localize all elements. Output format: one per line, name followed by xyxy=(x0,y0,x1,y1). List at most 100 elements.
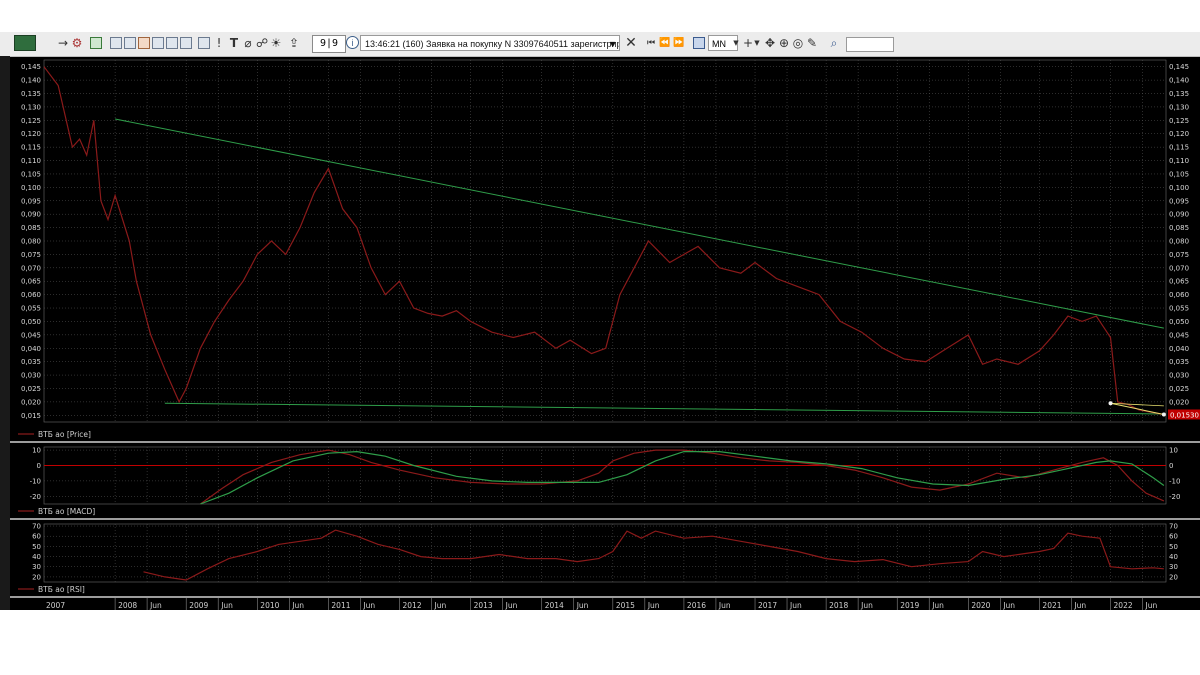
y-tick-label-right: 60 xyxy=(1169,533,1178,541)
date-axis-label: Jun xyxy=(1002,601,1015,610)
y-tick-label-right: 10 xyxy=(1169,447,1178,455)
date-axis-label: Jun xyxy=(362,601,375,610)
y-tick-label-left: 0,095 xyxy=(21,197,41,205)
y-tick-label-left: 0,085 xyxy=(21,224,41,232)
y-tick-label-left: -10 xyxy=(30,477,41,485)
pane-legend-label: ВТБ ао [MACD] xyxy=(38,507,95,516)
y-tick-label-right: 0,110 xyxy=(1169,157,1189,165)
date-axis-label: Jun xyxy=(434,601,447,610)
y-tick-label-left: 0,080 xyxy=(21,238,41,246)
y-tick-label-right: 20 xyxy=(1169,573,1178,581)
date-axis-label: 2016 xyxy=(687,601,706,610)
y-tick-label-left: -20 xyxy=(30,493,41,501)
y-tick-label-right: 0,035 xyxy=(1169,358,1189,366)
series-line-ВТБ ао [Price] xyxy=(43,66,1165,416)
date-axis-label: 2011 xyxy=(331,601,350,610)
chart-pane-2: 10 10 0 0 -10 -10 -20 -20 ВТБ ао [MACD] xyxy=(10,447,1200,520)
y-tick-label-left: 0,120 xyxy=(21,130,41,138)
y-tick-label-left: 10 xyxy=(32,447,41,455)
y-tick-label-right: 0 xyxy=(1169,462,1173,470)
y-tick-label-left: 0,050 xyxy=(21,318,41,326)
y-tick-label-left: 0,060 xyxy=(21,291,41,299)
y-tick-label-left: 0,125 xyxy=(21,117,41,125)
projection-point xyxy=(1161,412,1166,417)
y-tick-label-right: -20 xyxy=(1169,493,1180,501)
y-tick-label-left: 50 xyxy=(32,543,41,551)
y-tick-label-left: 0,075 xyxy=(21,251,41,259)
date-axis-label: Jun xyxy=(291,601,304,610)
date-axis-label: 2010 xyxy=(260,601,279,610)
y-tick-label-right: 0,020 xyxy=(1169,398,1189,406)
y-tick-label-right: 0,125 xyxy=(1169,117,1189,125)
date-axis-label: 2022 xyxy=(1114,601,1133,610)
y-tick-label-right: 0,135 xyxy=(1169,90,1189,98)
trend-line xyxy=(164,402,1164,415)
y-tick-label-right: -10 xyxy=(1169,477,1180,485)
last-price-label: 0,01530 xyxy=(1170,411,1199,419)
y-tick-label-left: 40 xyxy=(32,553,41,561)
date-axis-label: 2009 xyxy=(189,601,208,610)
y-tick-label-right: 0,060 xyxy=(1169,291,1189,299)
y-tick-label-left: 0,065 xyxy=(21,278,41,286)
date-axis-label: 2021 xyxy=(1042,601,1061,610)
pane-legend-label: ВТБ ао [Price] xyxy=(38,430,91,439)
y-tick-label-right: 0,070 xyxy=(1169,264,1189,272)
y-tick-label-left: 0,035 xyxy=(21,358,41,366)
y-tick-label-left: 0,030 xyxy=(21,372,41,380)
date-axis-label: 2019 xyxy=(900,601,919,610)
y-tick-label-right: 0,085 xyxy=(1169,224,1189,232)
date-axis-label: Jun xyxy=(1073,601,1086,610)
date-axis-label: 2015 xyxy=(616,601,635,610)
y-tick-label-right: 0,055 xyxy=(1169,305,1189,313)
y-tick-label-left: 0,115 xyxy=(21,144,41,152)
y-tick-label-left: 20 xyxy=(32,573,41,581)
y-tick-label-left: 0,040 xyxy=(21,345,41,353)
y-tick-label-left: 0,020 xyxy=(21,398,41,406)
y-tick-label-right: 0,040 xyxy=(1169,345,1189,353)
date-axis-label: Jun xyxy=(718,601,731,610)
projection-point xyxy=(1108,401,1113,406)
series-line-ВТБ ао [RSI] xyxy=(143,529,1164,581)
date-axis-label: 2014 xyxy=(545,601,564,610)
date-axis-label: Jun xyxy=(220,601,233,610)
y-tick-label-right: 0,030 xyxy=(1169,372,1189,380)
chart-pane-3: 70 70 60 60 50 50 40 40 30 30 20 20 ВТБ ао [RSI] xyxy=(10,523,1200,598)
y-tick-label-right: 0,025 xyxy=(1169,385,1189,393)
date-axis-label: 2013 xyxy=(474,601,493,610)
y-tick-label-left: 0,015 xyxy=(21,412,41,420)
y-tick-label-right: 0,100 xyxy=(1169,184,1189,192)
y-tick-label-left: 0,100 xyxy=(21,184,41,192)
y-tick-label-right: 0,115 xyxy=(1169,144,1189,152)
y-tick-label-left: 0,145 xyxy=(21,63,41,71)
y-tick-label-left: 0,055 xyxy=(21,305,41,313)
date-axis-start-label: 2007 xyxy=(46,601,65,610)
pane-legend-label: ВТБ ао [RSI] xyxy=(38,585,85,594)
y-tick-label-right: 30 xyxy=(1169,563,1178,571)
y-tick-label-left: 0,090 xyxy=(21,211,41,219)
chart-canvas[interactable]: 0,145 0,145 0,140 0,140 0,135 0,135 0,130 0,130… xyxy=(0,0,1200,675)
y-tick-label-right: 40 xyxy=(1169,553,1178,561)
y-tick-label-left: 60 xyxy=(32,533,41,541)
y-tick-label-right: 0,140 xyxy=(1169,77,1189,85)
chart-pane-1: 0,145 0,145 0,140 0,140 0,135 0,135 0,130 0,130… xyxy=(10,59,1200,443)
date-axis-label: 2020 xyxy=(971,601,990,610)
y-tick-label-left: 0,140 xyxy=(21,77,41,85)
y-tick-label-right: 0,050 xyxy=(1169,318,1189,326)
date-axis-label: Jun xyxy=(505,601,518,610)
date-axis-label: 2017 xyxy=(758,601,777,610)
y-tick-label-right: 0,075 xyxy=(1169,251,1189,259)
y-tick-label-right: 0,145 xyxy=(1169,63,1189,71)
date-axis-label: Jun xyxy=(647,601,660,610)
y-tick-label-left: 0,045 xyxy=(21,331,41,339)
y-tick-label-left: 0,025 xyxy=(21,385,41,393)
trend-line xyxy=(115,118,1164,329)
date-axis-label: 2012 xyxy=(403,601,422,610)
y-tick-label-left: 0 xyxy=(37,462,41,470)
y-tick-label-right: 70 xyxy=(1169,523,1178,531)
y-tick-label-left: 0,070 xyxy=(21,264,41,272)
date-axis-label: Jun xyxy=(860,601,873,610)
date-axis-label: 2008 xyxy=(118,601,137,610)
y-tick-label-right: 0,090 xyxy=(1169,211,1189,219)
y-tick-label-left: 0,105 xyxy=(21,170,41,178)
y-tick-label-right: 0,045 xyxy=(1169,331,1189,339)
